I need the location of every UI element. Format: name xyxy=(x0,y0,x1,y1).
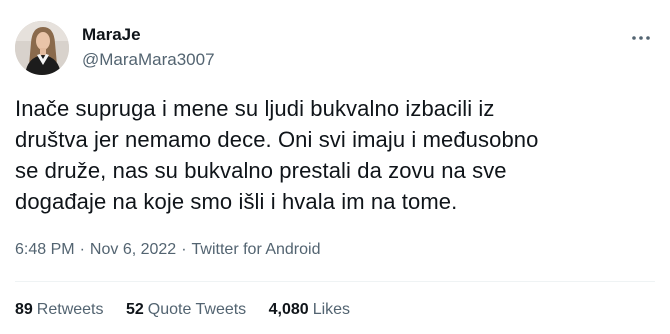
tweet-text-line: Inače supruga i mene su ljudi bukvalno i… xyxy=(15,96,495,121)
quote-tweets-stat[interactable]: 52 Quote Tweets xyxy=(126,301,246,318)
retweets-label: Retweets xyxy=(36,301,104,318)
display-name[interactable]: MaraJe xyxy=(82,25,141,45)
avatar[interactable] xyxy=(15,21,69,75)
user-handle[interactable]: @MaraMara3007 xyxy=(82,50,215,70)
meta-separator: · xyxy=(181,241,187,258)
profile-photo-icon xyxy=(15,21,69,75)
likes-count: 4,080 xyxy=(268,301,309,318)
divider xyxy=(15,281,655,282)
tweet-meta: 6:48 PM · Nov 6, 2022 · Twitter for Android xyxy=(15,240,320,260)
more-horizontal-icon xyxy=(632,36,650,40)
tweet-date-link[interactable]: Nov 6, 2022 xyxy=(90,241,176,258)
more-options-button[interactable] xyxy=(626,26,656,50)
retweets-stat[interactable]: 89 Retweets xyxy=(15,301,104,318)
tweet-text-line: se druže, nas su bukvalno prestali da zo… xyxy=(15,158,507,183)
tweet-text-line: događaje na koje smo išli i hvala im na … xyxy=(15,189,458,214)
quote-tweets-count: 52 xyxy=(125,301,144,318)
likes-label: Likes xyxy=(312,301,351,318)
tweet-text-line: društva jer nemamo dece. Oni svi imaju i… xyxy=(15,127,539,152)
retweets-count: 89 xyxy=(15,301,33,318)
tweet-source-link[interactable]: Twitter for Android xyxy=(192,241,321,258)
likes-stat[interactable]: 4,080 Likes xyxy=(269,301,350,318)
tweet-text: Inače supruga i mene su ljudi bukvalno i… xyxy=(15,93,655,217)
tweet-time-link[interactable]: 6:48 PM xyxy=(15,241,75,258)
tweet-card: MaraJe @MaraMara3007 Inače supruga i men… xyxy=(0,0,670,334)
meta-separator: · xyxy=(79,241,85,258)
tweet-stats: 89 Retweets 52 Quote Tweets 4,080 Likes xyxy=(15,300,368,320)
quote-tweets-label: Quote Tweets xyxy=(147,301,247,318)
